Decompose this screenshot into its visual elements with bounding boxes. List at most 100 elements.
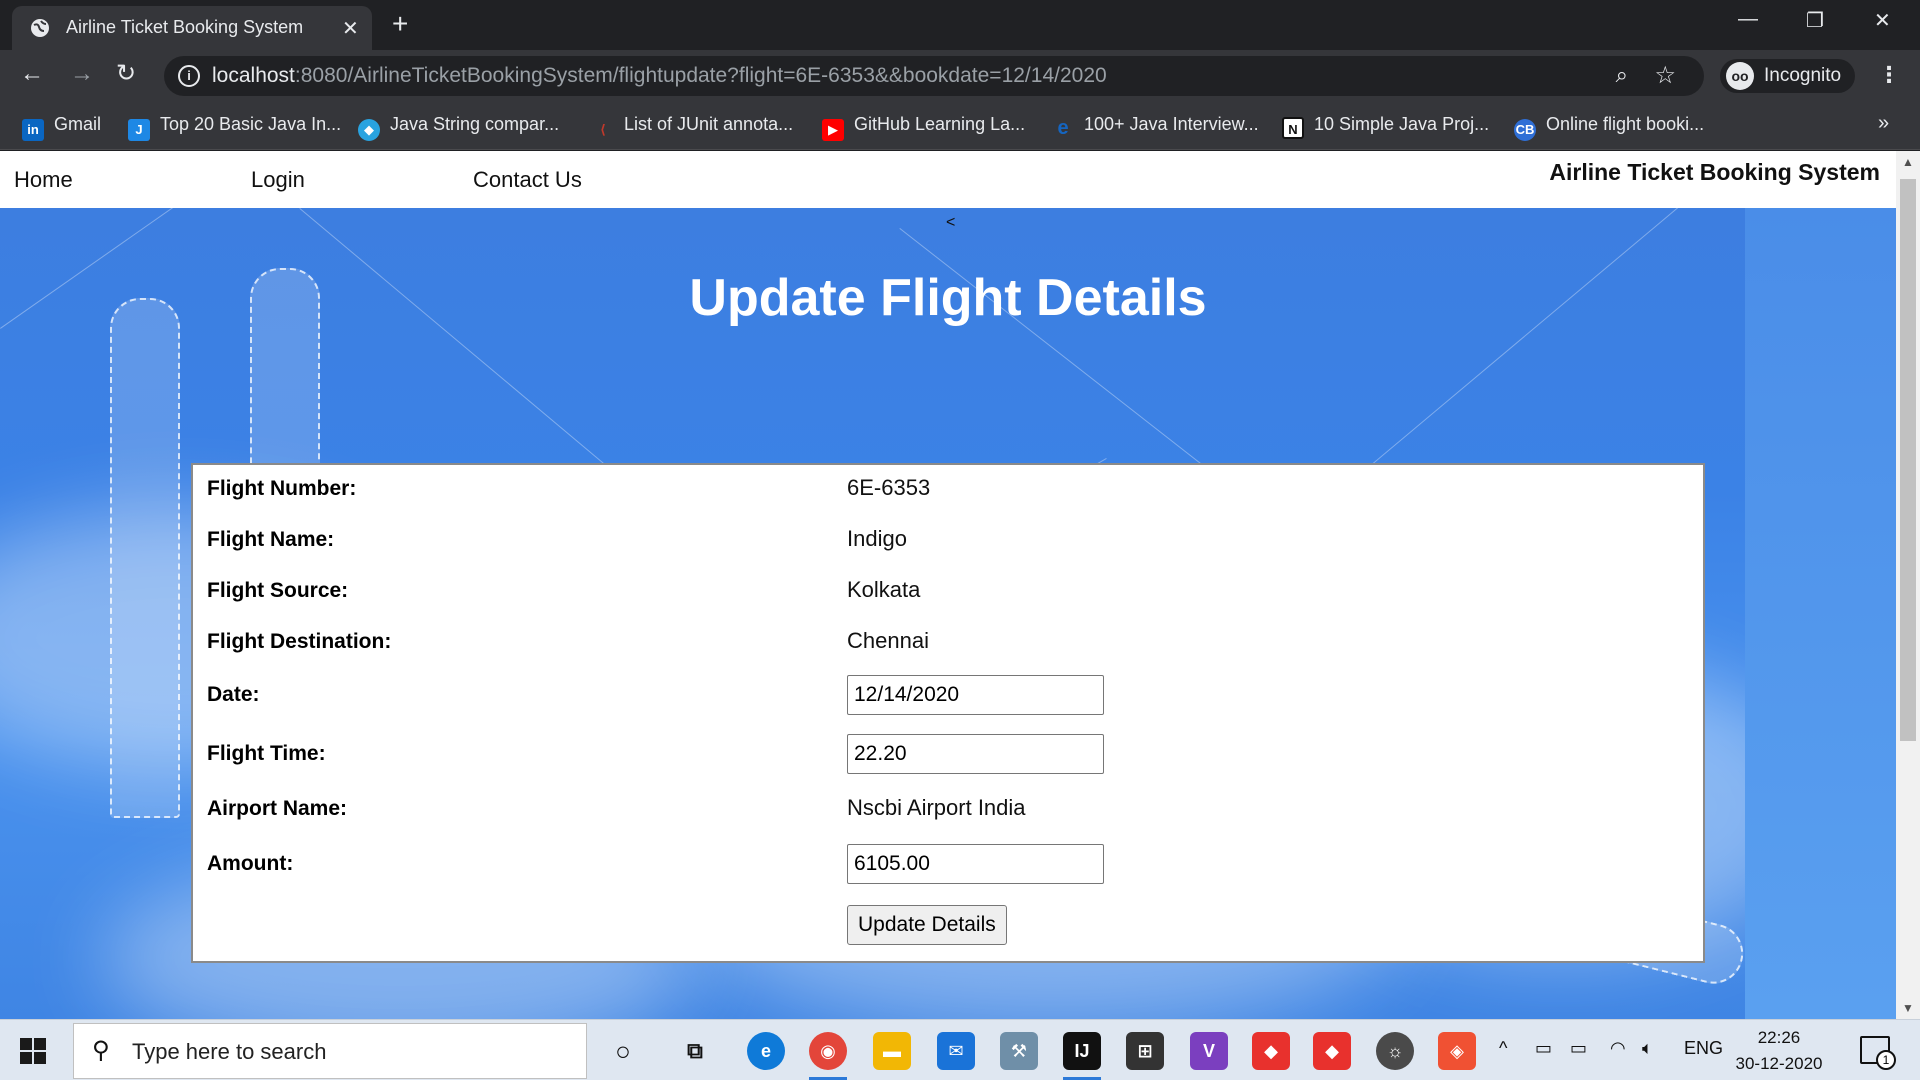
scrollbar-thumb[interactable]	[1900, 179, 1916, 741]
notification-icon[interactable]: 1	[1860, 1036, 1896, 1070]
edureka-icon: e	[1057, 117, 1069, 139]
chrome-icon[interactable]: ◉	[809, 1032, 847, 1080]
flight-source-label: Flight Source:	[207, 579, 349, 602]
notification-count: 1	[1876, 1050, 1896, 1070]
git-gui-icon[interactable]: ◈	[1438, 1032, 1476, 1070]
page-title: Update Flight Details	[689, 269, 1207, 327]
amount-label: Amount:	[207, 852, 294, 875]
bookmark-star-icon[interactable]: ☆	[1654, 61, 1676, 90]
reload-icon[interactable]: ↻	[116, 62, 136, 86]
address-bar[interactable]: i localhost:8080/AirlineTicketBookingSys…	[164, 56, 1704, 96]
date-label: Date:	[207, 683, 260, 706]
search-icon: ⚲	[92, 1037, 110, 1064]
flight-name-label: Flight Name:	[207, 528, 335, 551]
language-indicator[interactable]: ENG	[1684, 1038, 1723, 1059]
cortana-icon[interactable]: ○	[604, 1032, 642, 1070]
bookmark-java-string[interactable]: ◆ Java String compar...	[358, 114, 559, 141]
globe-icon	[31, 19, 49, 37]
close-window-icon[interactable]: ✕	[1874, 8, 1891, 33]
browser-menu-icon[interactable]: ⋮	[1878, 62, 1900, 88]
linkedin-icon: in	[22, 119, 44, 141]
youtube-icon: ▶	[822, 119, 844, 141]
diamond-icon: ◆	[358, 119, 380, 141]
amount-input[interactable]	[847, 844, 1104, 884]
search-placeholder: Type here to search	[132, 1039, 327, 1064]
update-details-button[interactable]: Update Details	[847, 905, 1007, 945]
show-hidden-icons[interactable]: ^	[1499, 1038, 1507, 1059]
bookmark-java-basics[interactable]: J Top 20 Basic Java In...	[128, 114, 341, 141]
url-host: localhost	[212, 64, 295, 87]
windows-start-icon[interactable]	[20, 1038, 46, 1064]
background-strip-right	[1745, 208, 1896, 1019]
tab-title: Airline Ticket Booking System	[66, 17, 304, 37]
taskbar-clock[interactable]: 22:26 30-12-2020	[1734, 1025, 1824, 1077]
nav-home-link[interactable]: Home	[14, 167, 73, 193]
incognito-profile-button[interactable]: oo Incognito	[1720, 59, 1856, 93]
url-text[interactable]: localhost:8080/AirlineTicketBookingSyste…	[212, 64, 1107, 88]
new-tab-button[interactable]: +	[392, 10, 408, 38]
flight-number-value: 6E-6353	[847, 475, 931, 500]
file-explorer-icon[interactable]: ▬	[873, 1032, 911, 1070]
airport-name-value: Nscbi Airport India	[847, 795, 1026, 820]
url-path: :8080/AirlineTicketBookingSystem/flightu…	[294, 64, 1107, 87]
java-guide-icon: J	[128, 119, 150, 141]
intellij-icon[interactable]: IJ	[1063, 1032, 1101, 1080]
more-bookmarks-icon[interactable]: »	[1878, 112, 1889, 135]
git-icon-2[interactable]: ◆	[1313, 1032, 1351, 1070]
site-info-icon[interactable]: i	[178, 65, 200, 87]
browser-toolbar: ← → ↻ i localhost:8080/AirlineTicketBook…	[0, 50, 1920, 100]
volume-icon[interactable]: 🔈︎	[1642, 1038, 1653, 1059]
edge-icon[interactable]: e	[747, 1032, 785, 1070]
profile-label: Incognito	[1764, 65, 1842, 86]
page-viewport: Home Login Contact Us Airline Ticket Boo…	[0, 151, 1896, 1019]
taskbar-search-box[interactable]: ⚲ Type here to search	[73, 1023, 587, 1079]
windows-taskbar: ⚲ Type here to search ○ ⧉ e ◉ ▬ ✉ ⚒ IJ ⊞…	[0, 1019, 1920, 1080]
site-navbar: Home Login Contact Us Airline Ticket Boo…	[0, 151, 1896, 208]
bookmark-gmail[interactable]: in Gmail	[22, 114, 101, 141]
flight-time-input[interactable]	[847, 734, 1104, 774]
mail-icon[interactable]: ✉	[937, 1032, 975, 1070]
page-scrollbar[interactable]: ▲ ▼	[1896, 151, 1920, 1019]
zoom-icon[interactable]: ⌕	[1616, 62, 1628, 88]
task-view-icon[interactable]: ⧉	[676, 1032, 714, 1070]
tab-airline-booking[interactable]: Airline Ticket Booking System ✕	[12, 6, 372, 50]
eclipse-icon[interactable]: ☼	[1376, 1032, 1414, 1070]
tools-icon[interactable]: ⚒	[1000, 1032, 1038, 1070]
bookmark-github-learning[interactable]: ▶ GitHub Learning La...	[822, 114, 1025, 141]
minimize-icon[interactable]: —	[1738, 8, 1758, 31]
incognito-icon: oo	[1726, 62, 1754, 90]
nav-contact-link[interactable]: Contact Us	[473, 167, 582, 193]
flight-number-label: Flight Number:	[207, 477, 357, 500]
flight-source-value: Kolkata	[847, 577, 921, 602]
meet-now-icon[interactable]: ▭	[1535, 1038, 1552, 1059]
date-input[interactable]	[847, 675, 1104, 715]
back-arrow-icon[interactable]: ←	[20, 62, 44, 86]
bookmark-java-projects[interactable]: N 10 Simple Java Proj...	[1282, 114, 1489, 139]
store-icon[interactable]: ⊞	[1126, 1032, 1164, 1070]
clock-time: 22:26	[1757, 1028, 1801, 1047]
airport-name-label: Airport Name:	[207, 797, 348, 820]
scroll-up-icon[interactable]: ▲	[1902, 155, 1914, 169]
wifi-icon[interactable]: ◠	[1610, 1038, 1626, 1059]
flight-destination-label: Flight Destination:	[207, 630, 392, 653]
battery-icon[interactable]: ▭	[1570, 1038, 1587, 1059]
restore-icon[interactable]: ❐	[1806, 8, 1824, 33]
notion-icon: N	[1282, 117, 1304, 139]
visual-studio-icon[interactable]: V	[1190, 1032, 1228, 1070]
junit-icon: ⟨	[600, 122, 606, 137]
nav-login-link[interactable]: Login	[251, 167, 305, 193]
site-brand: Airline Ticket Booking System	[1549, 159, 1880, 185]
browser-tabstrip: Airline Ticket Booking System ✕ + — ❐ ✕	[0, 0, 1920, 50]
bookmark-java-interview[interactable]: e 100+ Java Interview...	[1052, 114, 1258, 139]
codebun-icon: CB	[1514, 119, 1536, 141]
close-tab-icon[interactable]: ✕	[342, 16, 359, 41]
flight-destination-value: Chennai	[847, 628, 929, 653]
bookmark-junit[interactable]: ⟨ List of JUnit annota...	[592, 114, 793, 141]
scroll-down-icon[interactable]: ▼	[1902, 1001, 1914, 1015]
forward-arrow-icon[interactable]: →	[70, 62, 94, 86]
bookmarks-bar: in Gmail J Top 20 Basic Java In... ◆ Java S…	[0, 100, 1920, 150]
flight-name-value: Indigo	[847, 526, 907, 551]
back-marker[interactable]: <	[946, 214, 955, 232]
bookmark-online-flight[interactable]: CB Online flight booki...	[1514, 114, 1704, 141]
git-icon-1[interactable]: ◆	[1252, 1032, 1290, 1070]
